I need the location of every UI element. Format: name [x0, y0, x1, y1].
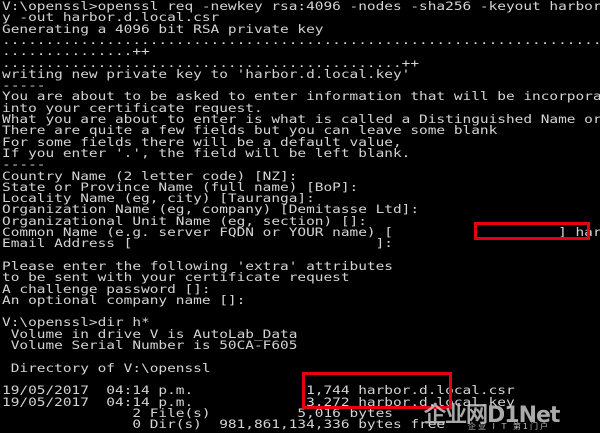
console-line: An optional company name []:: [2, 293, 246, 307]
console-line: 0 Dir(s) 981,861,134,336 bytes free: [2, 418, 446, 432]
command-prompt-window[interactable]: V:\openssl>openssl req -newkey rsa:4096 …: [0, 0, 600, 433]
console-line: Email Address [ ]:: [2, 237, 394, 251]
common-name-highlight: [474, 222, 590, 240]
d1net-tagline: 企业 I T 第1门户: [468, 422, 550, 431]
console-line: Volume Serial Number is 50CA-F605: [2, 339, 298, 352]
watermark-logo: 企业网D1Net 企业 I T 第1门户: [408, 397, 598, 431]
console-line: Directory of V:\openssl: [2, 361, 211, 375]
console-line: writing new private key to 'harbor.d.loc…: [2, 67, 411, 81]
console-line: If you enter '.', the field will be left…: [2, 146, 411, 160]
